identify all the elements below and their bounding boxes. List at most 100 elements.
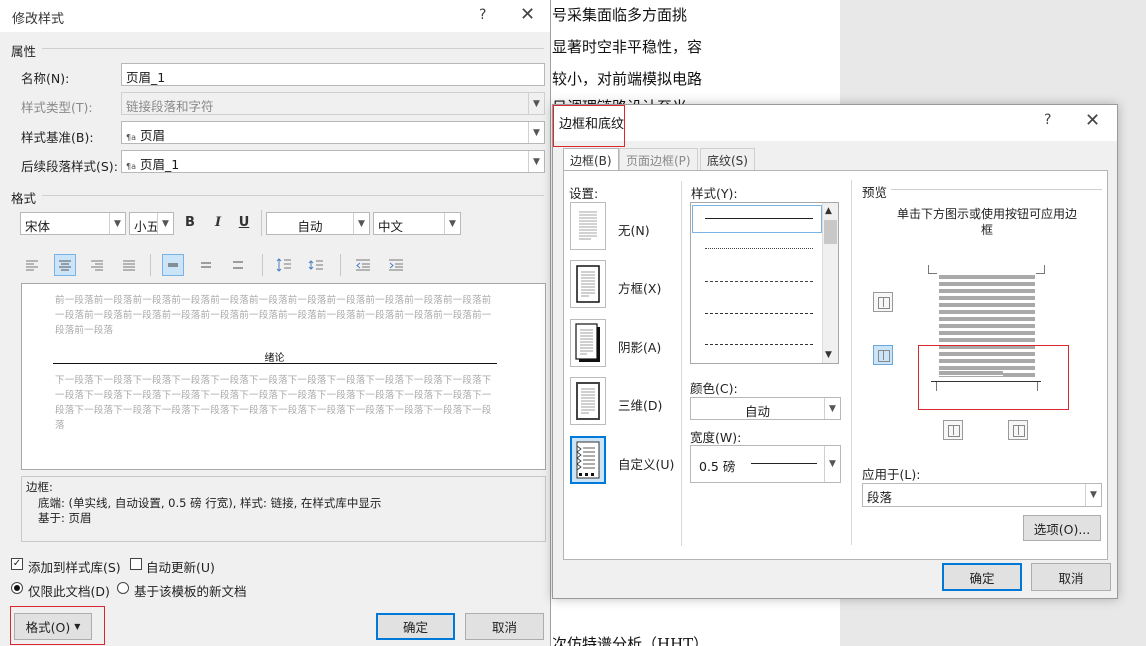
apply-to-value: 段落 xyxy=(867,490,893,505)
auto-update-label: 自动更新(U) xyxy=(146,560,215,575)
increase-spacing-icon[interactable] xyxy=(273,254,295,276)
new-docs-radio[interactable] xyxy=(117,582,129,594)
divider xyxy=(150,254,151,276)
align-right-icon[interactable] xyxy=(86,254,108,276)
preview-previous-paragraph: 前一段落前一段落前一段落前一段落前一段落前一段落前一段落前一段落前一段落前一段落… xyxy=(55,295,492,336)
style-preview: 前一段落前一段落前一段落前一段落前一段落前一段落前一段落前一段落前一段落前一段落… xyxy=(21,283,546,470)
bold-button[interactable]: B xyxy=(182,215,198,230)
setting-box-label[interactable]: 方框(X) xyxy=(618,278,661,297)
one-half-spacing-icon[interactable] xyxy=(195,254,217,276)
justify-icon[interactable] xyxy=(118,254,140,276)
dialog-title: 修改样式 xyxy=(12,12,65,27)
title-bar: 修改样式 ? ✕ xyxy=(0,0,550,32)
font-size-select[interactable]: 小五 ▼ xyxy=(129,212,174,235)
following-style-select[interactable]: ¶a 页眉_1 ▼ xyxy=(121,150,545,173)
name-input[interactable]: 页眉_1 xyxy=(121,63,545,86)
color-value: 自动 xyxy=(744,404,770,419)
auto-update-checkbox[interactable] xyxy=(130,558,142,570)
scroll-up-icon[interactable]: ▲ xyxy=(825,206,832,216)
setting-custom-icon[interactable] xyxy=(570,436,606,484)
style-type-label: 样式类型(T): xyxy=(21,100,93,115)
style-type-select[interactable]: 链接段落和字符 ▼ xyxy=(121,92,545,115)
underline-button[interactable]: U xyxy=(236,215,252,230)
chevron-down-icon: ▼ xyxy=(157,213,173,234)
font-color-select[interactable]: 自动 ▼ xyxy=(266,212,370,235)
style-solid-line[interactable] xyxy=(705,218,813,219)
align-center-icon[interactable] xyxy=(54,254,76,276)
width-label: 宽度(W): xyxy=(690,430,742,445)
setting-3d-icon[interactable] xyxy=(570,377,606,425)
add-gallery-checkbox[interactable]: ✓ xyxy=(11,558,23,570)
help-icon[interactable]: ? xyxy=(1044,112,1051,128)
modify-style-dialog: 修改样式 ? ✕ 属性 名称(N): 页眉_1 样式类型(T): 链接段落和字符… xyxy=(0,0,551,646)
close-icon[interactable]: ✕ xyxy=(520,4,535,25)
font-select[interactable]: 宋体 ▼ xyxy=(20,212,126,235)
width-value: 0.5 磅 xyxy=(699,459,736,474)
color-label: 颜色(C): xyxy=(690,381,738,396)
style-dash-small-line[interactable] xyxy=(705,281,813,282)
tab-borders[interactable]: 边框(B) xyxy=(563,148,619,171)
single-spacing-icon[interactable] xyxy=(162,254,184,276)
close-icon[interactable]: ✕ xyxy=(1085,110,1100,131)
apply-to-label: 应用于(L): xyxy=(862,467,921,482)
style-description: 边框: 底端: (单实线, 自动设置, 0.5 磅 行宽), 样式: 链接, 在… xyxy=(21,476,546,542)
chevron-down-icon: ▼ xyxy=(528,151,544,172)
following-value: 页眉_1 xyxy=(139,157,180,172)
based-on-select[interactable]: ¶a 页眉 ▼ xyxy=(121,121,545,144)
scrollbar[interactable]: ▲ ▼ xyxy=(822,203,838,363)
ok-button[interactable]: 确定 xyxy=(376,613,455,640)
corner-mark xyxy=(1036,265,1045,274)
left-border-button-icon[interactable] xyxy=(943,420,963,440)
divider xyxy=(340,254,341,276)
align-left-icon[interactable] xyxy=(21,254,43,276)
top-border-button-icon[interactable] xyxy=(873,292,893,312)
tab-shading[interactable]: 底纹(S) xyxy=(700,148,755,170)
setting-shadow-icon[interactable] xyxy=(570,319,606,367)
based-on-value: 页眉 xyxy=(139,128,165,143)
increase-indent-icon[interactable] xyxy=(385,254,407,276)
tab-page-border[interactable]: 页面边框(P) xyxy=(619,148,698,170)
double-spacing-icon[interactable] xyxy=(227,254,249,276)
setting-custom-label[interactable]: 自定义(U) xyxy=(618,454,674,473)
new-docs-label: 基于该模板的新文档 xyxy=(134,584,247,599)
scroll-down-icon[interactable]: ▼ xyxy=(825,350,832,360)
setting-box-icon[interactable] xyxy=(570,260,606,308)
width-select[interactable]: 0.5 磅 ▼ xyxy=(690,445,841,483)
decrease-spacing-icon[interactable] xyxy=(305,254,327,276)
italic-button[interactable]: I xyxy=(210,215,226,230)
preview-bottom-border xyxy=(53,363,497,364)
paragraph-style-icon: ¶a xyxy=(126,133,136,142)
bottom-border-button-icon[interactable] xyxy=(873,345,893,365)
script-select[interactable]: 中文 ▼ xyxy=(373,212,461,235)
apply-to-select[interactable]: 段落 ▼ xyxy=(862,483,1102,507)
selected-style-item[interactable] xyxy=(692,205,822,233)
format-section-label: 格式 xyxy=(11,191,37,206)
chevron-down-icon: ▼ xyxy=(109,213,125,234)
ok-button[interactable]: 确定 xyxy=(942,563,1022,591)
options-button[interactable]: 选项(O)... xyxy=(1023,515,1101,541)
right-border-button-icon[interactable] xyxy=(1008,420,1028,440)
scroll-thumb[interactable] xyxy=(824,220,837,244)
setting-3d-label[interactable]: 三维(D) xyxy=(618,395,662,414)
setting-none-label[interactable]: 无(N) xyxy=(618,220,650,239)
color-select[interactable]: 自动 ▼ xyxy=(690,397,841,420)
divider xyxy=(261,210,262,236)
font-size-value: 小五 xyxy=(134,219,160,234)
divider xyxy=(891,189,1102,190)
desc-line: 底端: (单实线, 自动设置, 0.5 磅 行宽), 样式: 链接, 在样式库中… xyxy=(38,495,382,510)
setting-shadow-label[interactable]: 阴影(A) xyxy=(618,337,661,356)
help-icon[interactable]: ? xyxy=(479,7,486,23)
name-value: 页眉_1 xyxy=(126,70,166,85)
style-dash-dot-line[interactable] xyxy=(705,344,813,345)
script-value: 中文 xyxy=(378,219,404,234)
style-dotted-line[interactable] xyxy=(705,248,813,249)
only-doc-radio[interactable] xyxy=(11,582,23,594)
decrease-indent-icon[interactable] xyxy=(352,254,374,276)
line-style-list[interactable]: ▲ ▼ xyxy=(690,202,839,364)
setting-none-icon[interactable] xyxy=(570,202,606,250)
cancel-button[interactable]: 取消 xyxy=(1031,563,1111,591)
style-type-value: 链接段落和字符 xyxy=(126,99,214,114)
cancel-button[interactable]: 取消 xyxy=(465,613,544,640)
style-dash-large-line[interactable] xyxy=(705,313,813,314)
chevron-down-icon: ▼ xyxy=(444,213,460,234)
